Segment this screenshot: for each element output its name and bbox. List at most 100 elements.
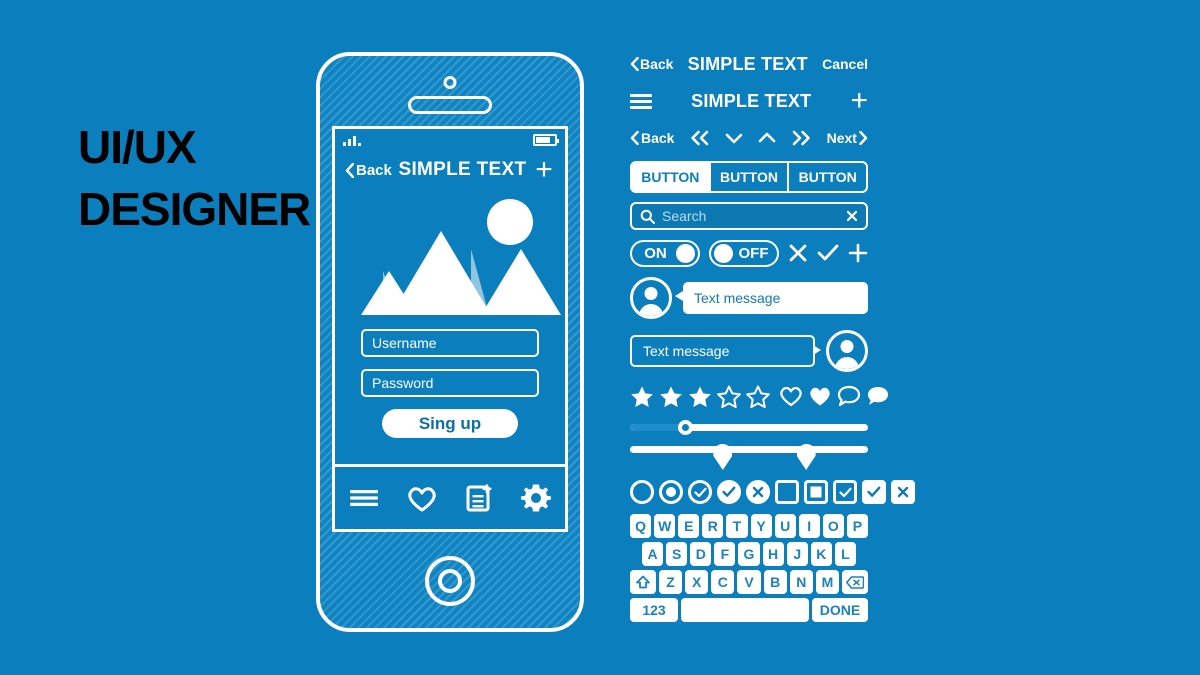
key-e[interactable]: E [678,514,700,538]
phone-nav-title: SIMPLE TEXT [398,159,527,180]
key-a[interactable]: A [642,542,664,566]
checkbox-filled-close[interactable] [891,480,915,504]
pager-next-label: Next [826,130,857,146]
username-field[interactable]: Username [361,329,539,357]
double-chevron-left-icon[interactable] [689,130,711,146]
hamburger-icon[interactable] [630,91,652,112]
check-circle-filled[interactable] [717,480,741,504]
done-key[interactable]: DONE [812,598,868,622]
toggle-on[interactable]: ON [630,239,700,267]
key-q[interactable]: Q [630,514,652,538]
key-h[interactable]: H [762,542,784,566]
check-icon[interactable] [817,243,839,263]
pager-next-button[interactable]: Next [827,130,868,146]
key-t[interactable]: T [726,514,748,538]
chevron-right-icon [859,131,868,145]
phone-add-button[interactable]: + [533,155,555,185]
pager-back-button[interactable]: Back [630,130,674,146]
key-m[interactable]: M [815,570,839,594]
key-j[interactable]: J [786,542,808,566]
password-field[interactable]: Password [361,369,539,397]
range-slider[interactable] [630,444,868,470]
range-handle-high[interactable] [796,444,816,470]
navbar-cancel-button[interactable]: Cancel [822,56,868,72]
keyboard-row-2: A S D F G H J K L [630,542,868,566]
tab-menu-icon[interactable] [349,487,379,509]
segment-button-3[interactable]: BUTTON [789,163,866,191]
navbar-back-button[interactable]: Back [630,56,673,72]
single-slider[interactable] [630,419,868,435]
clear-x-icon[interactable] [846,210,858,222]
key-v[interactable]: V [737,570,761,594]
toggle-off[interactable]: OFF [709,239,779,267]
tab-gear-icon[interactable] [521,483,551,513]
key-x[interactable]: X [685,570,709,594]
mountain-icon [481,249,561,315]
phone-back-button[interactable]: Back [345,162,392,179]
signup-button[interactable]: Sing up [382,409,518,438]
checkbox-outline-check[interactable] [833,480,857,504]
backspace-icon[interactable] [841,570,868,594]
keyboard-row-3: Z X C V B N M [630,570,868,594]
key-i[interactable]: I [798,514,820,538]
search-field[interactable]: Search [630,202,868,230]
key-g[interactable]: G [738,542,760,566]
chevron-up-icon[interactable] [758,131,776,145]
radio-empty[interactable] [630,480,654,504]
key-f[interactable]: F [714,542,736,566]
key-c[interactable]: C [711,570,735,594]
key-k[interactable]: K [810,542,832,566]
page-title: UI/UX DESIGNER [78,116,338,240]
segment-button-1[interactable]: BUTTON [632,163,711,191]
comment-filled-icon[interactable] [866,385,890,407]
comment-outline-icon[interactable] [837,385,861,407]
outgoing-message-bubble[interactable]: Text message [630,335,821,367]
checkbox-filled-check[interactable] [862,480,886,504]
key-b[interactable]: B [763,570,787,594]
double-chevron-right-icon[interactable] [790,130,812,146]
checkbox-empty[interactable] [775,480,799,504]
key-r[interactable]: R [702,514,724,538]
star-filled-icon[interactable] [630,385,654,408]
tab-document-add-icon[interactable] [465,484,493,512]
segment-button-2[interactable]: BUTTON [711,163,790,191]
key-w[interactable]: W [654,514,676,538]
key-p[interactable]: P [846,514,868,538]
navbar-add-button[interactable]: + [850,86,868,116]
key-z[interactable]: Z [659,570,683,594]
key-n[interactable]: N [789,570,813,594]
slider-handle[interactable] [677,419,693,435]
toggle-row: ON OFF [630,239,868,267]
chevron-left-icon [630,57,639,71]
x-icon[interactable] [788,243,808,263]
shift-icon[interactable] [630,570,656,594]
key-o[interactable]: O [822,514,844,538]
tab-heart-icon[interactable] [407,485,437,512]
segmented-button-group: BUTTON BUTTON BUTTON [630,161,868,193]
heart-filled-icon[interactable] [808,385,832,407]
home-button-icon[interactable] [425,556,475,606]
star-filled-icon[interactable] [688,385,712,408]
numeric-key[interactable]: 123 [630,598,678,622]
range-handle-low[interactable] [713,444,733,470]
radio-selected[interactable] [659,480,683,504]
plus-icon[interactable] [848,243,868,263]
chevron-down-icon[interactable] [725,131,743,145]
key-y[interactable]: Y [750,514,772,538]
title-line-2: DESIGNER [78,183,311,235]
star-outline-icon[interactable] [746,385,770,408]
key-u[interactable]: U [774,514,796,538]
star-filled-icon[interactable] [659,385,683,408]
checkbox-indeterminate[interactable] [804,480,828,504]
key-l[interactable]: L [834,542,856,566]
star-outline-icon[interactable] [717,385,741,408]
key-s[interactable]: S [666,542,688,566]
pager-toolbar: Back Next [630,124,868,152]
space-key[interactable] [681,598,809,622]
key-d[interactable]: D [690,542,712,566]
close-circle-filled[interactable] [746,480,770,504]
check-circle-outline[interactable] [688,480,712,504]
rating-row [630,382,888,410]
incoming-message-bubble[interactable]: Text message [675,282,868,314]
heart-outline-icon[interactable] [779,385,803,407]
